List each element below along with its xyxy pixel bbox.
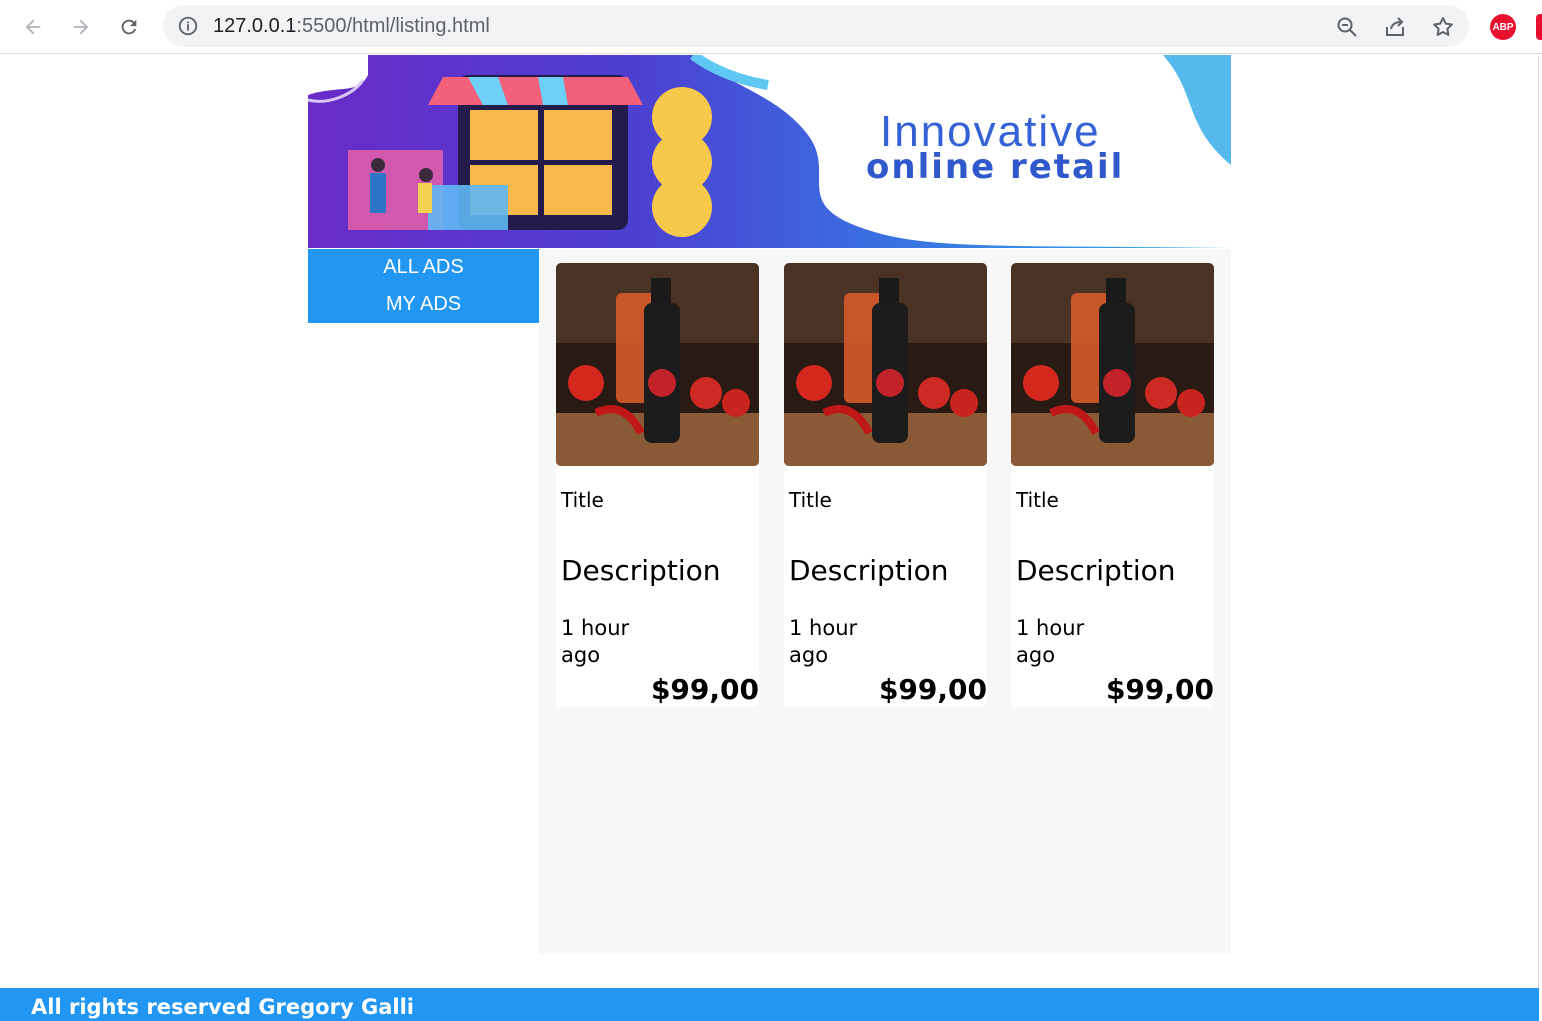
listing-title: Title [789,488,832,512]
page-footer: All rights reserved Gregory Galli [0,988,1539,1021]
listing-card[interactable]: Title Description 1 hour ago $99,00 [784,263,987,707]
listing-time: 1 hour ago [789,616,858,667]
bookmark-star-icon[interactable] [1431,15,1455,39]
listing-title: Title [1016,488,1059,512]
listing-time: 1 hour ago [1016,616,1085,667]
listing-price: $99,00 [1105,673,1214,706]
back-button[interactable] [15,9,51,45]
listing-price: $99,00 [650,673,759,706]
share-icon[interactable] [1383,15,1407,39]
page-scroll-edge [1538,55,1539,988]
sidebar-nav: ALL ADS MY ADS [308,249,539,323]
browser-toolbar: 127.0.0.1:5500/html/listing.html ABP [0,0,1542,54]
hero-banner: Innovative online retail [308,55,1231,248]
footer-copyright: All rights reserved Gregory Galli [31,995,414,1019]
reload-icon [121,19,137,35]
extension-icon-partial[interactable] [1536,14,1542,40]
back-arrow-icon [25,19,41,35]
reload-button[interactable] [111,9,147,45]
zoom-icon[interactable] [1335,15,1359,39]
site-info-icon[interactable] [177,15,199,37]
url-text[interactable]: 127.0.0.1:5500/html/listing.html [213,15,490,38]
listing-price: $99,00 [878,673,987,706]
sidebar-item-my-ads[interactable]: MY ADS [308,286,539,323]
listing-image[interactable] [1011,263,1214,466]
listing-image[interactable] [784,263,987,466]
listing-image[interactable] [556,263,759,466]
forward-arrow-icon [73,19,89,35]
listing-description: Description [561,554,721,587]
forward-button[interactable] [63,9,99,45]
address-bar[interactable]: 127.0.0.1:5500/html/listing.html [163,5,1469,47]
adblock-extension-icon[interactable]: ABP [1490,14,1516,40]
listing-card[interactable]: Title Description 1 hour ago $99,00 [1011,263,1214,707]
listing-title: Title [561,488,604,512]
listing-description: Description [789,554,949,587]
url-path: :5500/html/listing.html [296,15,490,37]
sidebar-item-all-ads[interactable]: ALL ADS [308,249,539,286]
listing-time: 1 hour ago [561,616,630,667]
listing-card[interactable]: Title Description 1 hour ago $99,00 [556,263,759,707]
url-host: 127.0.0.1 [213,15,297,37]
listing-description: Description [1016,554,1176,587]
banner-subheadline: online retail [866,147,1125,187]
